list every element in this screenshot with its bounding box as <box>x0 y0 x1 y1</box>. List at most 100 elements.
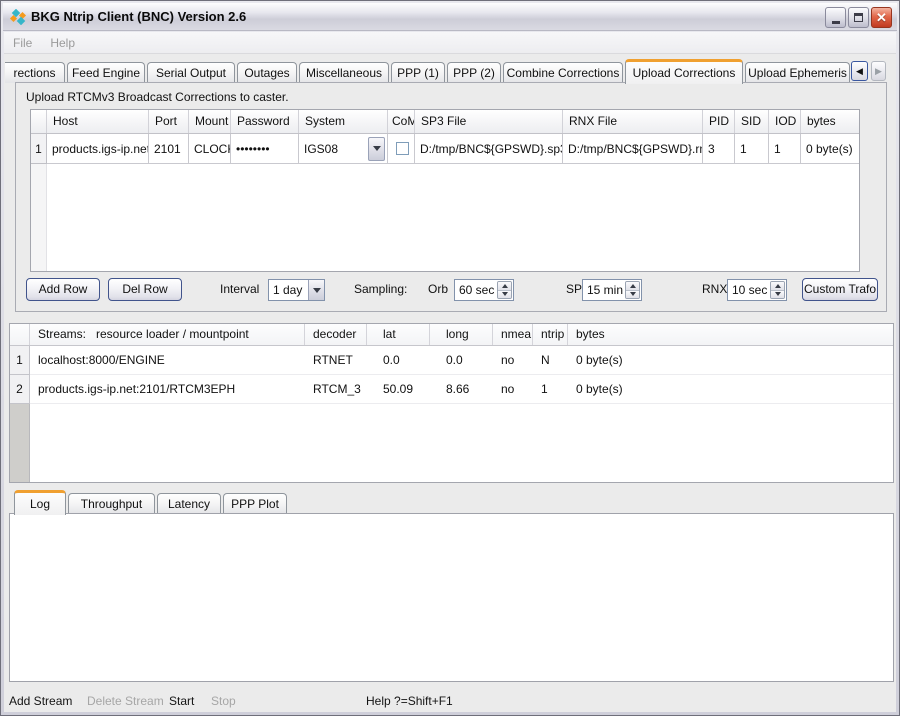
tab-upload-corrections[interactable]: Upload Corrections <box>625 59 743 84</box>
maximize-button[interactable] <box>848 7 869 28</box>
sp3-spinbox[interactable]: 15 min <box>582 279 642 301</box>
rnx-spin-buttons <box>770 281 785 299</box>
log-tab-bar: Log Throughput Latency PPP Plot <box>14 491 289 514</box>
row-header-strip <box>10 404 30 482</box>
tab-upload-ephemeris[interactable]: Upload Ephemeris <box>745 62 850 83</box>
decoder-cell: RTCM_3 <box>305 375 367 404</box>
tab-miscellaneous[interactable]: Miscellaneous <box>299 62 389 83</box>
close-button[interactable]: ✕ <box>871 7 892 28</box>
tab-ppp-plot[interactable]: PPP Plot <box>223 493 287 514</box>
status-bar: Add Stream Delete Stream Start Stop Help… <box>4 691 896 714</box>
rnx-file-cell[interactable]: D:/tmp/BNC${GPSWD}.rnx <box>563 134 703 164</box>
del-row-button[interactable]: Del Row <box>108 278 182 301</box>
window-controls: ✕ <box>825 7 892 28</box>
orb-value: 60 sec <box>455 280 496 300</box>
app-icon <box>9 9 27 25</box>
start-button[interactable]: Start <box>169 691 194 711</box>
column-header-sid: SID <box>735 110 769 133</box>
row-header-strip <box>31 164 47 271</box>
tab-throughput[interactable]: Throughput <box>68 493 155 514</box>
mountpoint-cell: products.igs-ip.net:2101/RTCM3EPH <box>30 375 305 404</box>
minimize-button[interactable] <box>825 7 846 28</box>
lat-cell: 0.0 <box>367 346 430 375</box>
system-combobox-dropdown-button[interactable] <box>368 137 385 161</box>
spin-down-button[interactable] <box>498 290 511 299</box>
row-number-cell: 1 <box>31 134 47 164</box>
stream-row[interactable]: 1 localhost:8000/ENGINE RTNET 0.0 0.0 no… <box>10 346 893 375</box>
stop-button[interactable]: Stop <box>211 691 236 711</box>
tab-feed-engine[interactable]: Feed Engine <box>67 62 145 83</box>
spin-down-button[interactable] <box>771 290 784 299</box>
main-tab-bar: rections Feed Engine Serial Output Outag… <box>5 59 896 83</box>
spin-up-button[interactable] <box>626 282 639 290</box>
rnx-spinbox[interactable]: 10 sec <box>727 279 787 301</box>
tab-serial-output[interactable]: Serial Output <box>147 62 235 83</box>
add-row-button[interactable]: Add Row <box>26 278 100 301</box>
maximize-icon <box>854 13 863 22</box>
column-header-com: CoM <box>388 110 415 133</box>
orb-spin-buttons <box>497 281 512 299</box>
spin-up-button[interactable] <box>771 282 784 290</box>
tab-scroll-right-button[interactable]: ▶ <box>871 61 886 81</box>
long-cell: 0.0 <box>430 346 493 375</box>
app-window: BKG Ntrip Client (BNC) Version 2.6 ✕ Fil… <box>0 0 900 716</box>
title-bar: BKG Ntrip Client (BNC) Version 2.6 ✕ <box>3 3 897 31</box>
column-header-host: Host <box>47 110 149 133</box>
com-checkbox[interactable] <box>396 142 409 155</box>
host-cell[interactable]: products.igs-ip.net <box>47 134 149 164</box>
tab-combine-corrections[interactable]: Combine Corrections <box>503 62 623 83</box>
help-hint: Help ?=Shift+F1 <box>366 691 453 711</box>
column-header-lat: lat <box>367 324 430 345</box>
tab-ppp-1[interactable]: PPP (1) <box>391 62 445 83</box>
tab-corrections[interactable]: rections <box>5 62 65 83</box>
custom-trafo-button[interactable]: Custom Trafo <box>802 278 878 301</box>
spin-up-button[interactable] <box>498 282 511 290</box>
tab-log[interactable]: Log <box>14 490 66 515</box>
sid-cell[interactable]: 1 <box>735 134 769 164</box>
menu-file[interactable]: File <box>4 32 41 54</box>
log-output-area <box>9 513 894 682</box>
interval-dropdown-button[interactable] <box>308 280 324 300</box>
triangle-up-icon <box>630 284 636 288</box>
port-cell[interactable]: 2101 <box>149 134 189 164</box>
mount-cell[interactable]: CLOCK <box>189 134 231 164</box>
column-header-mountpoint: Streams: resource loader / mountpoint <box>30 324 305 345</box>
close-icon: ✕ <box>876 11 887 24</box>
column-header-bytes: bytes <box>801 110 859 133</box>
tab-ppp-2[interactable]: PPP (2) <box>447 62 501 83</box>
column-header-bytes: bytes <box>568 324 893 345</box>
streams-table: Streams: resource loader / mountpoint de… <box>9 323 894 483</box>
sp3-value: 15 min <box>583 280 624 300</box>
tab-scroll-left-button[interactable]: ◀ <box>851 61 868 81</box>
nmea-cell: no <box>493 375 533 404</box>
triangle-up-icon <box>502 284 508 288</box>
menu-help[interactable]: Help <box>41 32 84 54</box>
tab-outages[interactable]: Outages <box>237 62 297 83</box>
column-header-rownum <box>31 110 47 133</box>
chevron-down-icon <box>373 146 381 151</box>
pid-cell[interactable]: 3 <box>703 134 735 164</box>
column-header-rnx-file: RNX File <box>563 110 703 133</box>
iod-cell[interactable]: 1 <box>769 134 801 164</box>
bytes-cell: 0 byte(s) <box>801 134 859 164</box>
delete-stream-button[interactable]: Delete Stream <box>87 691 164 711</box>
column-header-port: Port <box>149 110 189 133</box>
stream-row[interactable]: 2 products.igs-ip.net:2101/RTCM3EPH RTCM… <box>10 375 893 404</box>
row-number-cell: 2 <box>10 375 30 404</box>
sp3-file-cell[interactable]: D:/tmp/BNC${GPSWD}.sp3 <box>415 134 563 164</box>
rnx-value: 10 sec <box>728 280 769 300</box>
column-header-rownum <box>10 324 30 345</box>
triangle-down-icon <box>775 292 781 296</box>
password-cell[interactable]: •••••••• <box>231 134 299 164</box>
orb-label: Orb <box>428 278 448 301</box>
orb-spinbox[interactable]: 60 sec <box>454 279 514 301</box>
add-stream-button[interactable]: Add Stream <box>9 691 72 711</box>
system-combobox[interactable]: IGS08 <box>299 134 388 164</box>
tab-latency[interactable]: Latency <box>157 493 221 514</box>
interval-combobox[interactable]: 1 day <box>268 279 325 301</box>
column-header-ntrip: ntrip <box>533 324 568 345</box>
window-title: BKG Ntrip Client (BNC) Version 2.6 <box>31 9 246 24</box>
spin-down-button[interactable] <box>626 290 639 299</box>
system-combobox-value: IGS08 <box>304 142 338 156</box>
arrow-left-icon: ◀ <box>856 66 863 77</box>
